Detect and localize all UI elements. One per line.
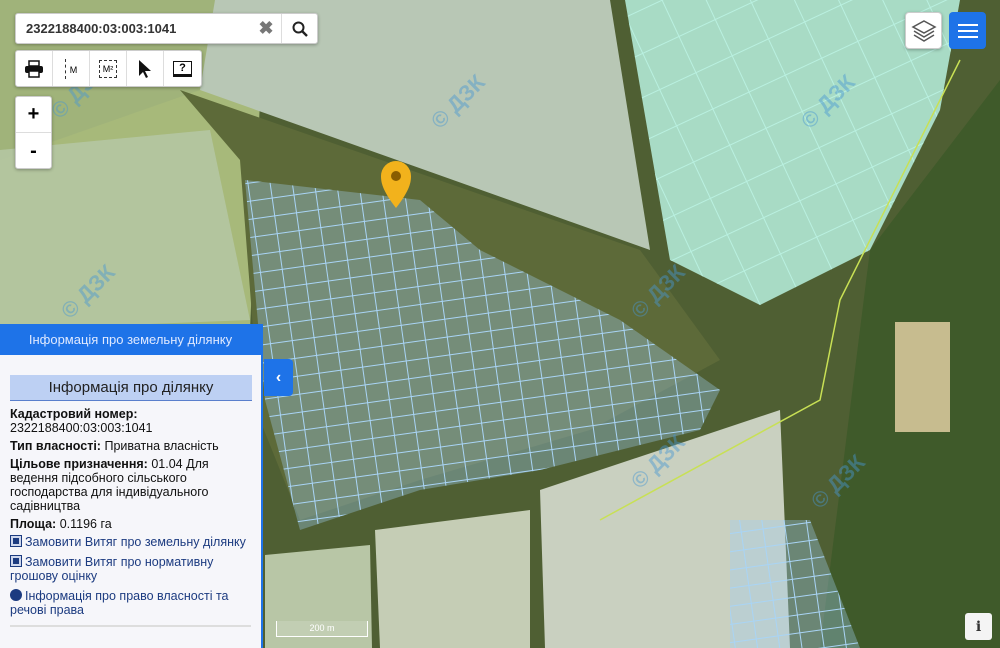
hamburger-icon-line	[957, 35, 978, 38]
search-input[interactable]	[16, 14, 251, 43]
search-bar: ✖	[15, 13, 318, 44]
order-extract-link[interactable]: Замовити Витяг про земельну ділянку	[10, 535, 251, 549]
help-icon: ?	[173, 60, 192, 77]
zoom-in-button[interactable]: +	[16, 97, 51, 133]
measure-area-button[interactable]: M²	[90, 51, 127, 86]
layers-button[interactable]	[905, 12, 942, 49]
hamburger-icon	[957, 23, 978, 26]
cadastral-value: 2322188400:03:003:1041	[10, 421, 153, 435]
select-button[interactable]	[127, 51, 164, 86]
collapse-panel-button[interactable]: ‹	[264, 359, 293, 396]
search-icon	[292, 21, 308, 37]
link-label: Інформація про право власності та речові…	[10, 589, 229, 617]
toolbar: M M² ?	[15, 50, 202, 87]
help-button[interactable]: ?	[164, 51, 201, 86]
document-icon	[10, 555, 22, 567]
area-value: 0.1196 га	[59, 517, 112, 531]
area-label: Площа:	[10, 517, 57, 531]
parcel-info-panel: Інформація про земельну ділянку Інформац…	[0, 324, 263, 648]
hamburger-icon-line	[957, 29, 978, 32]
zoom-control: + -	[15, 96, 52, 169]
cadastral-label: Кадастровий номер:	[10, 407, 138, 421]
ownership-label: Тип власності:	[10, 439, 101, 453]
info-button[interactable]: i	[965, 613, 992, 640]
layers-icon	[910, 19, 937, 42]
document-icon	[10, 535, 22, 547]
print-button[interactable]	[16, 51, 53, 86]
order-valuation-link[interactable]: Замовити Витяг про нормативну грошову оц…	[10, 555, 251, 583]
scale-bar: 200 m	[276, 621, 368, 637]
link-label: Замовити Витяг про нормативну грошову оц…	[10, 555, 214, 583]
zoom-out-button[interactable]: -	[16, 133, 51, 169]
measure-distance-button[interactable]: M	[53, 51, 90, 86]
search-button[interactable]	[281, 14, 317, 43]
divider	[10, 625, 251, 627]
menu-button[interactable]	[949, 12, 986, 49]
measure-distance-icon: M	[64, 58, 77, 79]
panel-subheader: Інформація про ділянку	[10, 375, 252, 401]
select-cursor-icon	[139, 59, 151, 78]
close-icon[interactable]: ✖	[251, 14, 281, 43]
ownership-rights-link[interactable]: Інформація про право власності та речові…	[10, 589, 251, 617]
measure-area-icon: M²	[98, 59, 118, 78]
panel-header: Інформація про земельну ділянку	[0, 324, 261, 355]
print-icon	[25, 59, 43, 78]
info-circle-icon	[10, 589, 22, 601]
purpose-label: Цільове призначення:	[10, 457, 148, 471]
ownership-value: Приватна власність	[104, 439, 219, 453]
link-label: Замовити Витяг про земельну ділянку	[25, 535, 246, 549]
